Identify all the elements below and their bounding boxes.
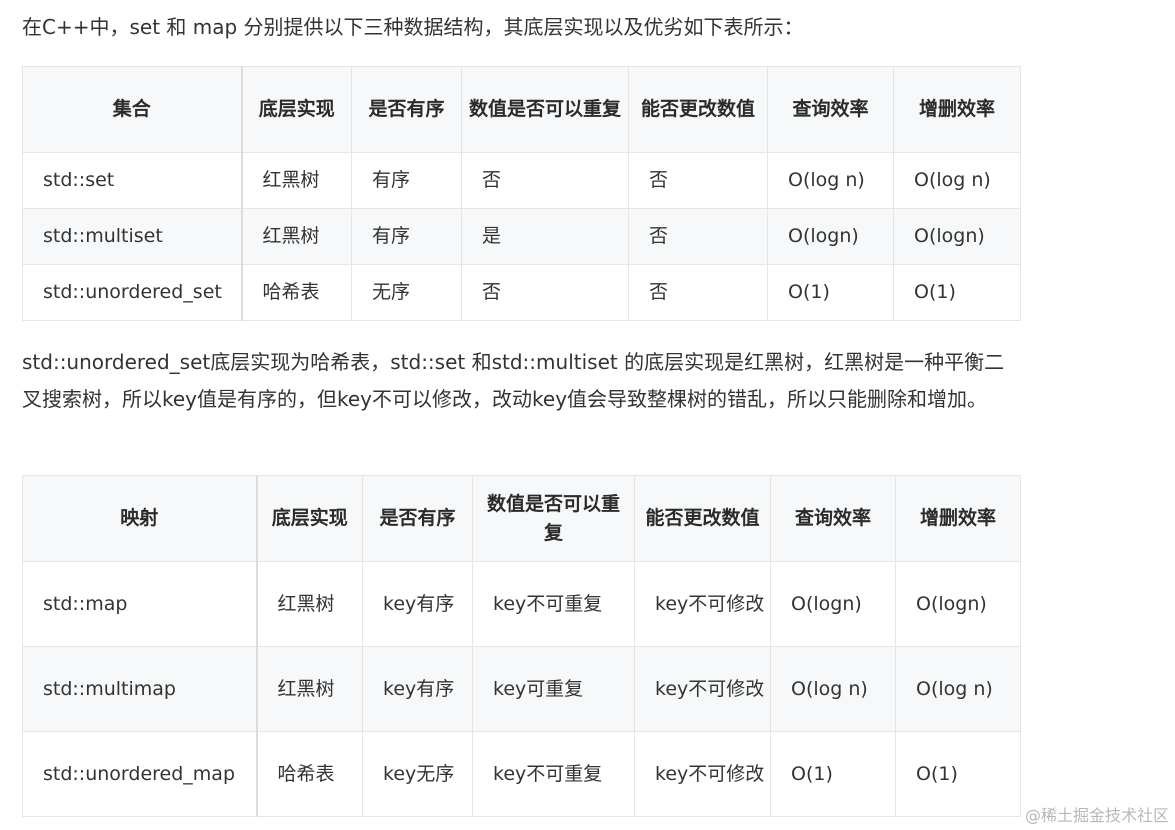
table-cell: key可重复 xyxy=(472,646,635,732)
table-cell: O(logn) xyxy=(893,208,1021,265)
table-cell: key不可修改 xyxy=(634,646,771,732)
table-cell: 红黑树 xyxy=(256,561,363,647)
table-cell: O(logn) xyxy=(770,561,896,647)
table-cell: 否 xyxy=(628,152,768,209)
header-cell: 查询效率 xyxy=(770,475,896,562)
table-cell: key不可修改 xyxy=(634,731,771,817)
table-cell: O(1) xyxy=(895,731,1021,817)
table-row: std::unordered_map 哈希表 key无序 key不可重复 key… xyxy=(22,731,1021,817)
table-cell: key不可修改 xyxy=(634,561,771,647)
header-cell: 底层实现 xyxy=(256,475,363,562)
header-cell: 数值是否可以重复 xyxy=(461,66,629,153)
header-cell: 数值是否可以重复 xyxy=(472,475,635,562)
table-cell: 有序 xyxy=(351,208,462,265)
table-cell: std::multimap xyxy=(22,646,258,732)
header-cell: 底层实现 xyxy=(241,66,352,153)
table-row: std::map 红黑树 key有序 key不可重复 key不可修改 O(log… xyxy=(22,561,1021,647)
table-cell: 否 xyxy=(628,208,768,265)
map-table: 映射 底层实现 是否有序 数值是否可以重复 能否更改数值 查询效率 增删效率 s… xyxy=(22,475,1021,817)
table-cell: std::unordered_set xyxy=(22,264,243,321)
map-table-header: 映射 底层实现 是否有序 数值是否可以重复 能否更改数值 查询效率 增删效率 xyxy=(22,475,1021,562)
header-cell: 映射 xyxy=(22,475,258,562)
table-cell: 有序 xyxy=(351,152,462,209)
table-cell: O(log n) xyxy=(767,152,894,209)
table-cell: std::set xyxy=(22,152,243,209)
table-cell: key无序 xyxy=(362,731,473,817)
table-row: std::set 红黑树 有序 否 否 O(log n) O(log n) xyxy=(22,152,1021,209)
table-cell: O(log n) xyxy=(770,646,896,732)
table-cell: 红黑树 xyxy=(241,152,352,209)
table-cell: 红黑树 xyxy=(241,208,352,265)
table-cell: O(logn) xyxy=(767,208,894,265)
table-cell: key有序 xyxy=(362,646,473,732)
table-cell: 是 xyxy=(461,208,629,265)
explanation-paragraph: std::unordered_set底层实现为哈希表，std::set 和std… xyxy=(22,350,1005,411)
header-cell: 能否更改数值 xyxy=(628,66,768,153)
table-cell: key不可重复 xyxy=(472,561,635,647)
intro-paragraph: 在C++中，set 和 map 分别提供以下三种数据结构，其底层实现以及优劣如下… xyxy=(22,15,804,39)
table-cell: 否 xyxy=(628,264,768,321)
table-cell: 否 xyxy=(461,264,629,321)
table-cell: std::multiset xyxy=(22,208,243,265)
table-row: std::multiset 红黑树 有序 是 否 O(logn) O(logn) xyxy=(22,208,1021,265)
table-cell: std::map xyxy=(22,561,258,647)
header-cell: 查询效率 xyxy=(767,66,894,153)
table-cell: 无序 xyxy=(351,264,462,321)
table-cell: O(1) xyxy=(770,731,896,817)
table-cell: 哈希表 xyxy=(256,731,363,817)
table-cell: O(1) xyxy=(893,264,1021,321)
table-cell: O(logn) xyxy=(895,561,1021,647)
header-cell: 集合 xyxy=(22,66,243,153)
header-cell: 是否有序 xyxy=(351,66,462,153)
table-cell: O(log n) xyxy=(895,646,1021,732)
set-table-header: 集合 底层实现 是否有序 数值是否可以重复 能否更改数值 查询效率 增删效率 xyxy=(22,66,1021,153)
watermark: @稀土掘金技术社区 xyxy=(1024,806,1169,825)
header-cell: 能否更改数值 xyxy=(634,475,771,562)
table-cell: key有序 xyxy=(362,561,473,647)
table-cell: key不可重复 xyxy=(472,731,635,817)
table-cell: O(log n) xyxy=(893,152,1021,209)
header-cell: 增删效率 xyxy=(893,66,1021,153)
set-table: 集合 底层实现 是否有序 数值是否可以重复 能否更改数值 查询效率 增删效率 s… xyxy=(22,66,1021,321)
header-cell: 是否有序 xyxy=(362,475,473,562)
table-cell: 红黑树 xyxy=(256,646,363,732)
table-row: std::multimap 红黑树 key有序 key可重复 key不可修改 O… xyxy=(22,646,1021,732)
table-cell: 哈希表 xyxy=(241,264,352,321)
table-cell: O(1) xyxy=(767,264,894,321)
table-cell: 否 xyxy=(461,152,629,209)
header-cell: 增删效率 xyxy=(895,475,1021,562)
table-row: std::unordered_set 哈希表 无序 否 否 O(1) O(1) xyxy=(22,264,1021,321)
table-cell: std::unordered_map xyxy=(22,731,258,817)
